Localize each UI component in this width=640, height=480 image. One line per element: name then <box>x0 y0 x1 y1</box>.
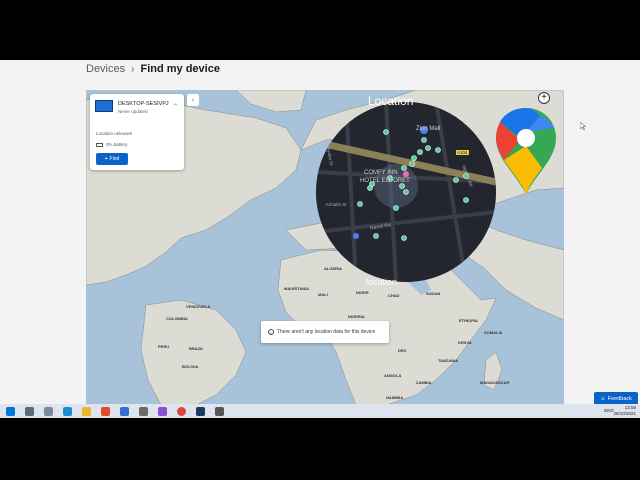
device-location: Location unknown <box>96 131 133 136</box>
letterbox-top <box>0 0 640 60</box>
feedback-label: Feedback <box>607 395 632 402</box>
route-badge: A104 <box>456 150 469 155</box>
terminal-icon[interactable] <box>196 406 205 416</box>
label-mali: MALI <box>318 292 328 297</box>
search-icon[interactable] <box>25 406 34 416</box>
label-bolivia: BOLIVIA <box>182 364 199 369</box>
camera-icon[interactable] <box>139 406 148 416</box>
street-map-graphic <box>316 102 496 282</box>
windows-taskbar: ENG 13:58 28/10/2021 <box>0 404 640 418</box>
battery-text: 0% battery <box>106 142 128 147</box>
label-brazil: BRAZIL <box>189 346 204 351</box>
label-sudan: SUDAN <box>426 291 441 296</box>
chrome-icon[interactable] <box>177 406 186 416</box>
chat-icon: ☺ <box>600 395 606 402</box>
label-niger: NIGER <box>356 290 369 295</box>
label-tanzania: TANZANIA <box>438 358 459 363</box>
label-zambia: ZAMBIA <box>416 380 432 385</box>
label-chad: CHAD <box>388 293 400 298</box>
breadcrumb-devices-link[interactable]: Devices <box>86 63 125 75</box>
street-kimathi: Kimathi St <box>326 202 347 207</box>
clock[interactable]: 13:58 28/10/2021 <box>613 405 636 417</box>
laptop-icon <box>95 100 113 112</box>
device-status: Never updated <box>118 109 148 114</box>
label-ethiopia: ETHIOPIA <box>459 318 478 323</box>
label-venezuela: VENEZUELA <box>186 304 211 309</box>
edge-icon[interactable] <box>63 406 72 416</box>
find-button-label: Find <box>109 156 120 162</box>
label-drc: DRC <box>398 348 407 353</box>
battery-row: 0% battery <box>96 142 128 147</box>
no-location-toast: i There aren't any location data for thi… <box>261 321 389 343</box>
find-my-device-window: Devices › Find my device BRAZIL RUSSIA M… <box>0 60 640 418</box>
chevron-right-icon: › <box>131 63 135 75</box>
overlay-heading: Location <box>368 94 414 108</box>
mouse-cursor-icon <box>580 122 586 130</box>
place-zion-mall: Zion Mall <box>416 126 441 132</box>
task-view-icon[interactable] <box>44 406 53 416</box>
mail-icon[interactable] <box>120 406 129 416</box>
photos-icon[interactable] <box>158 406 167 416</box>
label-somalia: SOMALIA <box>484 330 503 335</box>
clock-date: 28/10/2021 <box>613 411 636 416</box>
zoom-in-button[interactable]: + <box>538 92 550 104</box>
info-icon: i <box>268 329 274 335</box>
settings-icon[interactable] <box>215 406 224 416</box>
place-hotel-eldoret: HOTEL ELDORET <box>360 178 410 184</box>
google-maps-pin-icon <box>496 108 556 194</box>
label-mauritania: MAURITANIA <box>284 286 310 291</box>
overlay-footer: location <box>366 277 398 287</box>
label-peru: PERU <box>158 344 170 349</box>
explorer-icon[interactable] <box>82 406 91 416</box>
label-kenya: KENYA <box>458 340 472 345</box>
location-magnifier-overlay: Zion Mall COMFY INN HOTEL ELDORET Kenyat… <box>316 102 496 282</box>
battery-icon <box>96 142 103 147</box>
store-icon[interactable] <box>101 406 110 416</box>
find-button[interactable]: ⌖ Find <box>96 153 128 165</box>
label-namibia: NAMIBIA <box>386 395 404 400</box>
label-nigeria: NIGERIA <box>348 314 365 319</box>
start-icon[interactable] <box>6 406 15 416</box>
device-name: DESKTOP-SESIVPJ <box>118 101 169 107</box>
locate-icon: ⌖ <box>104 156 108 162</box>
device-card[interactable]: DESKTOP-SESIVPJ Never updated ⌃ Location… <box>90 94 184 170</box>
page-title: Find my device <box>140 63 220 75</box>
world-map[interactable]: BRAZIL RUSSIA MAURITANIA MALI NIGER CHAD… <box>86 90 564 405</box>
chevron-up-icon[interactable]: ⌃ <box>173 103 178 110</box>
collapse-panel-button[interactable]: ‹ <box>187 94 199 106</box>
place-comfy-inn: COMFY INN <box>364 170 398 176</box>
breadcrumb: Devices › Find my device <box>86 63 220 75</box>
label-madagascar: MADAGASCAR <box>480 380 510 385</box>
label-colombia: COLOMBIA <box>166 316 188 321</box>
letterbox-bottom <box>0 418 640 480</box>
toast-message: There aren't any location data for this … <box>277 329 376 335</box>
label-angola: ANGOLA <box>384 373 402 378</box>
